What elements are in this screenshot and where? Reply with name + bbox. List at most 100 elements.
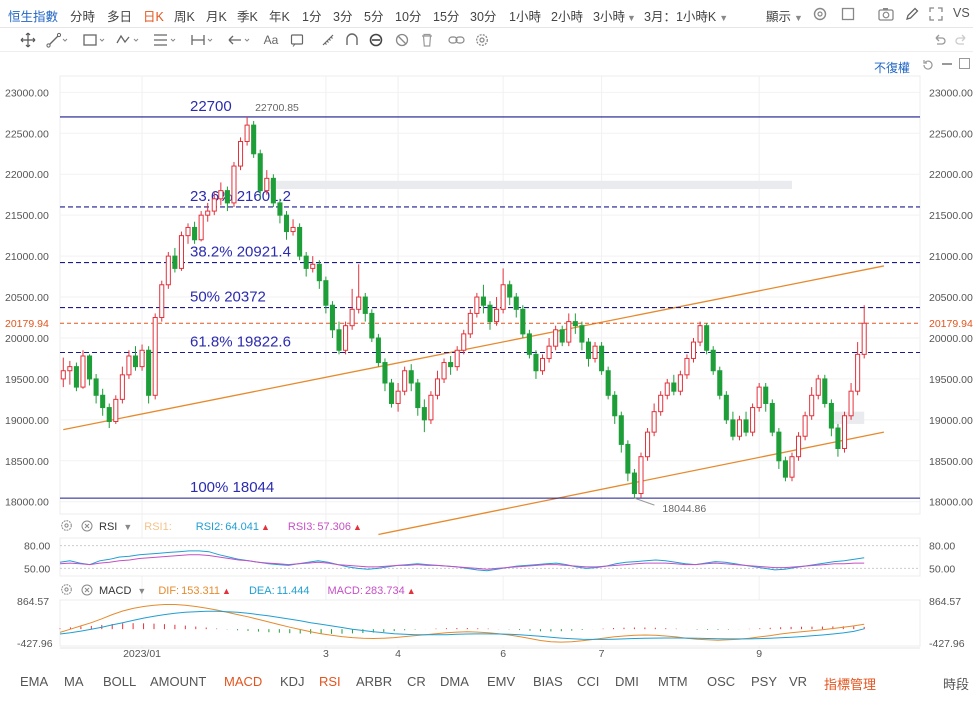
trendline-tool-icon[interactable] bbox=[44, 31, 70, 49]
price-tick-left: 19000.00 bbox=[5, 415, 49, 427]
settings-icon[interactable] bbox=[810, 4, 830, 24]
rectangle-tool-icon[interactable] bbox=[80, 31, 108, 49]
crosshair-icon[interactable] bbox=[18, 31, 38, 49]
undo-icon[interactable] bbox=[929, 31, 949, 49]
candle-body bbox=[480, 296, 486, 306]
candle-body bbox=[165, 255, 171, 286]
tab-2hour[interactable]: 2小時 bbox=[551, 6, 583, 25]
compare-button[interactable]: VS bbox=[953, 6, 970, 20]
indicator-macd[interactable]: MACD bbox=[224, 674, 262, 689]
candle-body bbox=[841, 415, 848, 450]
stock-chart[interactable]: 23000.00 23000.00 22500.00 22500.00 22000.00… bbox=[0, 52, 973, 662]
tab-3min[interactable]: 3分 bbox=[333, 6, 352, 25]
magnet-icon[interactable] bbox=[342, 31, 362, 49]
tab-yearly-k[interactable]: 年K bbox=[269, 6, 290, 25]
candle-body bbox=[809, 394, 815, 417]
candle-body bbox=[277, 202, 283, 216]
chevron-down-icon[interactable]: ▼ bbox=[137, 586, 146, 596]
candle-body bbox=[684, 357, 690, 376]
hide-drawing-icon[interactable] bbox=[392, 31, 412, 49]
indicator-cci[interactable]: CCI bbox=[577, 674, 599, 689]
candle-body bbox=[566, 321, 572, 343]
gear-icon[interactable] bbox=[472, 31, 492, 49]
up-arrow-icon: ▲ bbox=[222, 586, 231, 596]
candle-body bbox=[776, 431, 782, 462]
candle-body bbox=[159, 284, 165, 319]
text-tool[interactable]: Aa bbox=[260, 31, 282, 49]
tab-5min[interactable]: 5分 bbox=[364, 6, 383, 25]
tab-monthly-k[interactable]: 月K bbox=[206, 6, 227, 25]
window-icon[interactable] bbox=[838, 4, 858, 24]
indicator-vr[interactable]: VR bbox=[789, 674, 807, 689]
tab-weekly-k[interactable]: 周K bbox=[174, 6, 195, 25]
close-icon[interactable] bbox=[81, 584, 93, 599]
candle-body bbox=[599, 345, 605, 372]
candle-body bbox=[526, 333, 532, 355]
chevron-down-icon[interactable]: ▼ bbox=[123, 522, 132, 532]
indicator-kdj[interactable]: KDJ bbox=[280, 674, 305, 689]
indicator-dma[interactable]: DMA bbox=[440, 674, 469, 689]
chevron-down-icon: ▼ bbox=[626, 13, 636, 23]
indicator-boll[interactable]: BOLL bbox=[103, 674, 136, 689]
session-button[interactable]: 時段 bbox=[943, 674, 969, 693]
wave-tool-icon[interactable] bbox=[114, 31, 142, 49]
fibonacci-tool-icon[interactable] bbox=[151, 31, 179, 49]
close-icon[interactable] bbox=[81, 520, 93, 535]
x-axis-label: 7 bbox=[599, 648, 605, 660]
gear-icon[interactable] bbox=[60, 583, 73, 599]
tab-1hour[interactable]: 1小時 bbox=[509, 6, 541, 25]
display-menu[interactable]: 顯示 ▼ bbox=[766, 6, 803, 25]
link-icon[interactable] bbox=[446, 31, 468, 49]
candle-body bbox=[638, 456, 644, 495]
candle-body bbox=[710, 349, 716, 372]
camera-icon[interactable] bbox=[876, 4, 896, 24]
gear-icon[interactable] bbox=[60, 519, 73, 535]
trash-icon[interactable] bbox=[417, 31, 437, 49]
candle-body bbox=[579, 325, 585, 343]
candle-body bbox=[185, 226, 191, 237]
timeframe-bar: 恒生指數 分時 多日 日K 周K 月K 季K 年K 1分 3分 5分 10分 1… bbox=[0, 0, 973, 28]
indicator-dmi[interactable]: DMI bbox=[615, 674, 639, 689]
indicator-ma[interactable]: MA bbox=[64, 674, 84, 689]
tab-intraday[interactable]: 分時 bbox=[70, 6, 95, 25]
range-tool-icon[interactable] bbox=[188, 31, 216, 49]
tab-3hour[interactable]: 3小時 ▼ bbox=[593, 6, 636, 25]
fib-level-label: 38.2% 20921.4 bbox=[190, 244, 291, 261]
candle-body bbox=[572, 321, 578, 327]
tab-30min[interactable]: 30分 bbox=[470, 6, 496, 25]
lock-drawing-icon[interactable] bbox=[366, 31, 386, 49]
candle-body bbox=[349, 308, 355, 327]
indicator-cr[interactable]: CR bbox=[407, 674, 426, 689]
indicator-bias[interactable]: BIAS bbox=[533, 674, 563, 689]
indicator-arbr[interactable]: ARBR bbox=[356, 674, 392, 689]
pencil-icon[interactable] bbox=[902, 4, 922, 24]
indicator-manage-button[interactable]: 指標管理 bbox=[824, 674, 876, 693]
custom-period-select[interactable]: 3月：1小時K ▼ bbox=[644, 6, 728, 25]
arrow-tool-icon[interactable] bbox=[225, 31, 253, 49]
candle-body bbox=[93, 378, 99, 396]
tab-15min[interactable]: 15分 bbox=[433, 6, 459, 25]
tab-1min[interactable]: 1分 bbox=[302, 6, 321, 25]
rsi-axis-left: 50.00 bbox=[24, 563, 50, 575]
display-label: 顯示 bbox=[766, 10, 792, 24]
indicator-rsi[interactable]: RSI bbox=[319, 674, 341, 689]
indicator-mtm[interactable]: MTM bbox=[658, 674, 688, 689]
tab-daily-k[interactable]: 日K bbox=[143, 6, 164, 25]
indicator-amount[interactable]: AMOUNT bbox=[150, 674, 206, 689]
tab-quarterly-k[interactable]: 季K bbox=[237, 6, 258, 25]
rsi2-label: RSI2: bbox=[195, 521, 224, 533]
indicator-ema[interactable]: EMA bbox=[20, 674, 48, 689]
symbol-name[interactable]: 恒生指數 bbox=[8, 6, 58, 25]
tab-multiday[interactable]: 多日 bbox=[107, 6, 132, 25]
indicator-emv[interactable]: EMV bbox=[487, 674, 515, 689]
fullscreen-icon[interactable] bbox=[926, 4, 946, 24]
note-tool-icon[interactable] bbox=[287, 31, 307, 49]
indicator-osc[interactable]: OSC bbox=[707, 674, 735, 689]
redo-icon[interactable] bbox=[953, 31, 971, 49]
x-axis-label: 2023/01 bbox=[123, 648, 161, 660]
candle-body bbox=[585, 341, 592, 359]
indicator-psy[interactable]: PSY bbox=[751, 674, 777, 689]
ruler-tool-icon[interactable] bbox=[318, 31, 338, 49]
candle-body bbox=[369, 312, 375, 339]
tab-10min[interactable]: 10分 bbox=[395, 6, 421, 25]
